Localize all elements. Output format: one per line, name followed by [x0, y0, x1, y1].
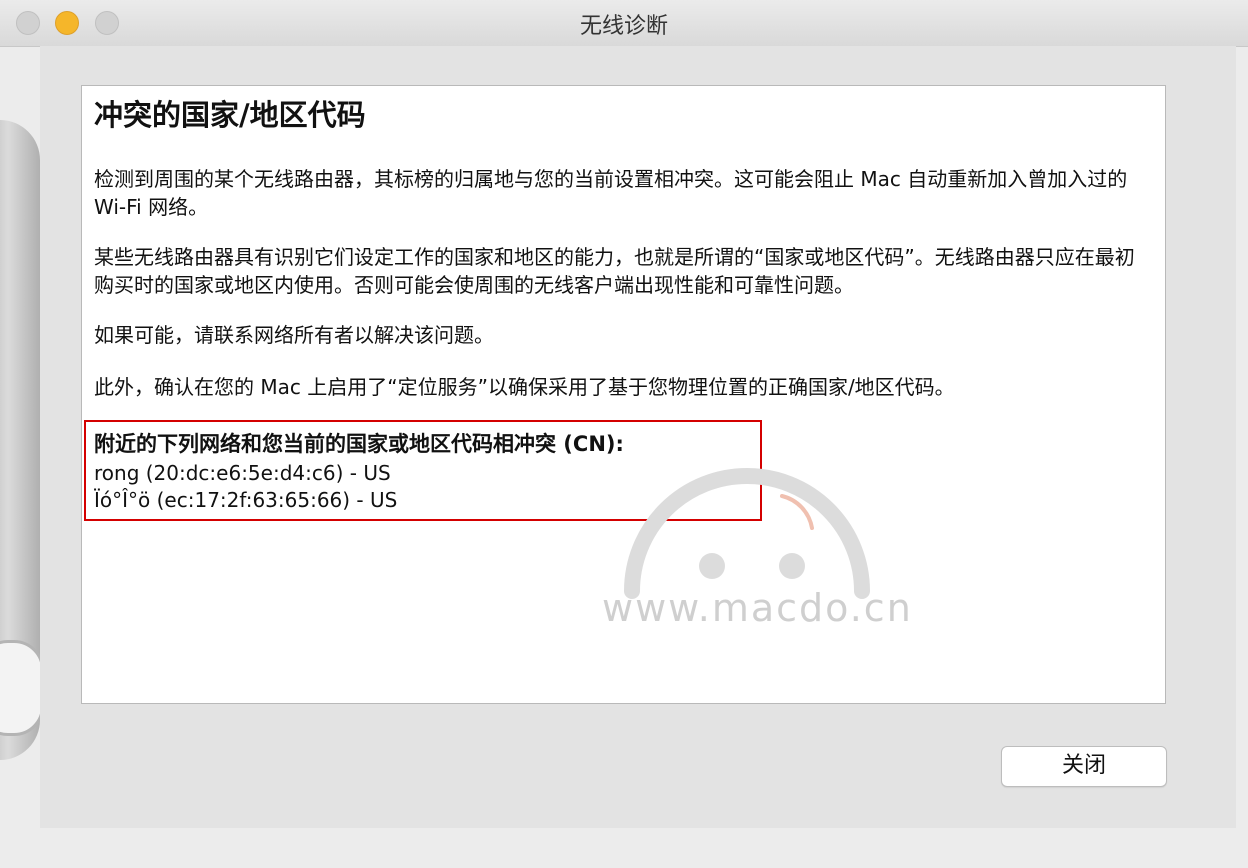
- wireless-diagnostics-window: 无线诊断 冲突的国家/地区代码 检测到周围的某个无线路由器，其标榜的归属地与您的…: [0, 0, 1248, 868]
- close-button[interactable]: 关闭: [1001, 746, 1167, 787]
- conflict-list-title: 附近的下列网络和您当前的国家或地区代码相冲突 (CN):: [94, 432, 624, 456]
- window-title: 无线诊断: [579, 14, 668, 39]
- paragraph-detection: 检测到周围的某个无线路由器，其标榜的归属地与您的当前设置相冲突。这可能会阻止 M…: [94, 167, 1128, 219]
- page-title: 冲突的国家/地区代码: [94, 98, 366, 132]
- app-icon-decoration-hole: [0, 640, 44, 736]
- network-list-item: Ïó°Î°ö (ec:17:2f:63:65:66) - US: [94, 488, 398, 512]
- watermark-text: www.macdo.cn: [602, 586, 913, 630]
- paragraph-location-services: 此外，确认在您的 Mac 上启用了“定位服务”以确保采用了基于您物理位置的正确国…: [94, 375, 955, 399]
- title-bar[interactable]: 无线诊断: [0, 0, 1248, 47]
- paragraph-contact-owner: 如果可能，请联系网络所有者以解决该问题。: [94, 323, 494, 347]
- network-list-item: rong (20:dc:e6:5e:d4:c6) - US: [94, 461, 391, 485]
- message-text-area[interactable]: 冲突的国家/地区代码 检测到周围的某个无线路由器，其标榜的归属地与您的当前设置相…: [81, 85, 1166, 704]
- paragraph-country-code: 某些无线路由器具有识别它们设定工作的国家和地区的能力，也就是所谓的“国家或地区代…: [94, 245, 1135, 297]
